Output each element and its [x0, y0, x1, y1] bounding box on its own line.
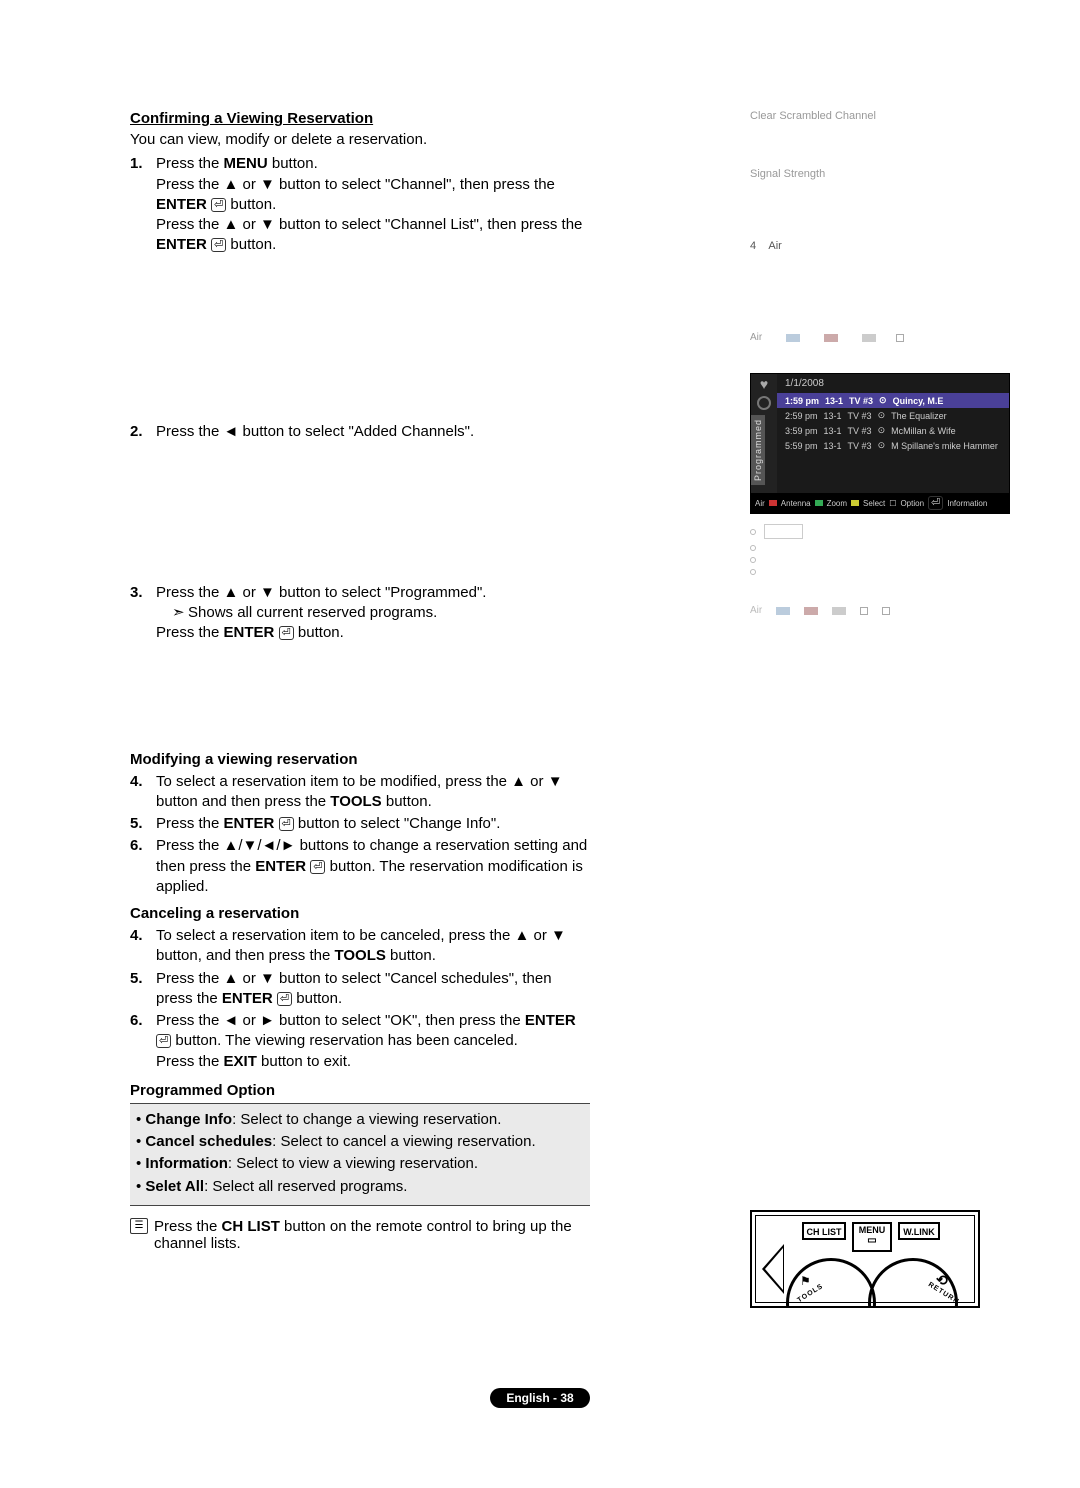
option-icon [896, 334, 904, 342]
page-footer: English - 38 [0, 1388, 1080, 1408]
remote-ch-list-button: CH LIST [802, 1222, 846, 1240]
step-3: 3. Press the ▲ or ▼ button to select "Pr… [130, 583, 590, 644]
can-step-5: 5. Press the ▲ or ▼ button to select "Ca… [130, 969, 590, 1010]
mod-step-6: 6. Press the ▲/▼/◄/► buttons to change a… [130, 836, 590, 897]
opt-information: Information: Select to view a viewing re… [136, 1154, 584, 1174]
option-icon [860, 607, 868, 615]
step-3-sub: Shows all current reserved programs. [188, 603, 437, 623]
color-swatch-icon [804, 607, 818, 615]
tools-key: TOOLS [330, 793, 381, 810]
color-swatch-icon [776, 607, 790, 615]
enter-icon: ⏎ [156, 1034, 171, 1048]
programmed-row: 2:59 pm13-1TV #3⊙The Equalizer [777, 408, 1009, 423]
record-icon [757, 396, 771, 410]
programmed-option-box: Change Info: Select to change a viewing … [130, 1103, 590, 1206]
page-number-pill: English - 38 [490, 1388, 589, 1408]
title-canceling: Canceling a reservation [130, 905, 590, 922]
mod-step-5: 5. Press the ENTER ⏎ button to select "C… [130, 814, 590, 834]
left-arrow-icon [762, 1244, 784, 1294]
programmed-tab: Programmed [751, 415, 765, 485]
menu-clear-scrambled: Clear Scrambled Channel [750, 110, 980, 122]
remote-wlink-button: W.LINK [898, 1222, 940, 1240]
programmed-panel: ♥ Programmed 1/1/2008 1:59 pm13-1TV #3⊙Q… [750, 373, 1010, 514]
enter-key: ENTER [525, 1012, 576, 1029]
enter-key: ENTER [255, 858, 306, 875]
title-modifying: Modifying a viewing reservation [130, 751, 590, 768]
menu-key: MENU [224, 155, 268, 172]
chlist-note: ☰ Press the CH LIST button on the remote… [130, 1218, 590, 1252]
remote-button-icon: ☰ [130, 1218, 148, 1234]
color-swatch-icon [862, 334, 876, 342]
color-swatch-icon [824, 334, 838, 342]
step-1: 1. Press the MENU button. Press the ▲ or… [130, 154, 590, 255]
title-programmed-option: Programmed Option [130, 1082, 590, 1099]
channel-list-legend: Air [750, 332, 980, 343]
exit-key: EXIT [224, 1053, 257, 1070]
remote-diagram: CH LIST MENU▭ W.LINK ⚑ TOOLS ⟲ RETURN [750, 1210, 980, 1308]
chlist-key: CH LIST [222, 1218, 280, 1235]
enter-key: ENTER [224, 815, 275, 832]
screenshot-sidebar: Clear Scrambled Channel Signal Strength … [750, 110, 980, 616]
opt-select-all: Selet All: Select all reserved programs. [136, 1177, 584, 1197]
enter-icon: ⏎ [310, 860, 325, 874]
enter-icon: ⏎ [277, 992, 292, 1006]
enter-key: ENTER [224, 624, 275, 641]
programmed-footer: AirAntennaZoomSelect ☐Option ⏎Informatio… [751, 493, 1009, 513]
color-swatch-icon [832, 607, 846, 615]
option-icon [882, 607, 890, 615]
opt-change-info: Change Info: Select to change a viewing … [136, 1110, 584, 1130]
title-confirming: Confirming a Viewing Reservation [130, 110, 590, 127]
enter-icon: ⏎ [211, 238, 226, 252]
tools-key: TOOLS [334, 947, 385, 964]
enter-key: ENTER [156, 196, 207, 213]
step-2-num: 2. [130, 422, 156, 442]
enter-key: ENTER [222, 990, 273, 1007]
main-instructions: Confirming a Viewing Reservation You can… [130, 110, 590, 1252]
enter-icon: ⏎ [279, 817, 294, 831]
color-swatch-icon [786, 334, 800, 342]
programmed-row: 3:59 pm13-1TV #3⊙McMillan & Wife [777, 423, 1009, 438]
heart-icon: ♥ [751, 374, 777, 394]
step-1-num: 1. [130, 154, 156, 255]
tools-icon: ⚑ [800, 1274, 811, 1288]
intro-text: You can view, modify or delete a reserva… [130, 130, 590, 150]
tools-menu-preview: Air [750, 524, 980, 616]
mod-step-4: 4. To select a reservation item to be mo… [130, 772, 590, 813]
channel-list-header: 4 Air [750, 240, 980, 252]
menu-signal-strength: Signal Strength [750, 168, 980, 180]
programmed-row: 5:59 pm13-1TV #3⊙M Spillane's mike Hamme… [777, 438, 1009, 453]
remote-menu-button: MENU▭ [852, 1222, 892, 1252]
programmed-date: 1/1/2008 [777, 374, 1009, 393]
step-3-num: 3. [130, 583, 156, 644]
enter-key: ENTER [156, 236, 207, 253]
enter-icon: ⏎ [279, 626, 294, 640]
can-step-6: 6. Press the ◄ or ► button to select "OK… [130, 1011, 590, 1072]
can-step-4: 4. To select a reservation item to be ca… [130, 926, 590, 967]
opt-cancel-schedules: Cancel schedules: Select to cancel a vie… [136, 1132, 584, 1152]
step-2: 2. Press the ◄ button to select "Added C… [130, 422, 590, 442]
enter-icon: ⏎ [211, 198, 226, 212]
programmed-row-selected: 1:59 pm13-1TV #3⊙Quincy, M.E [777, 393, 1009, 408]
